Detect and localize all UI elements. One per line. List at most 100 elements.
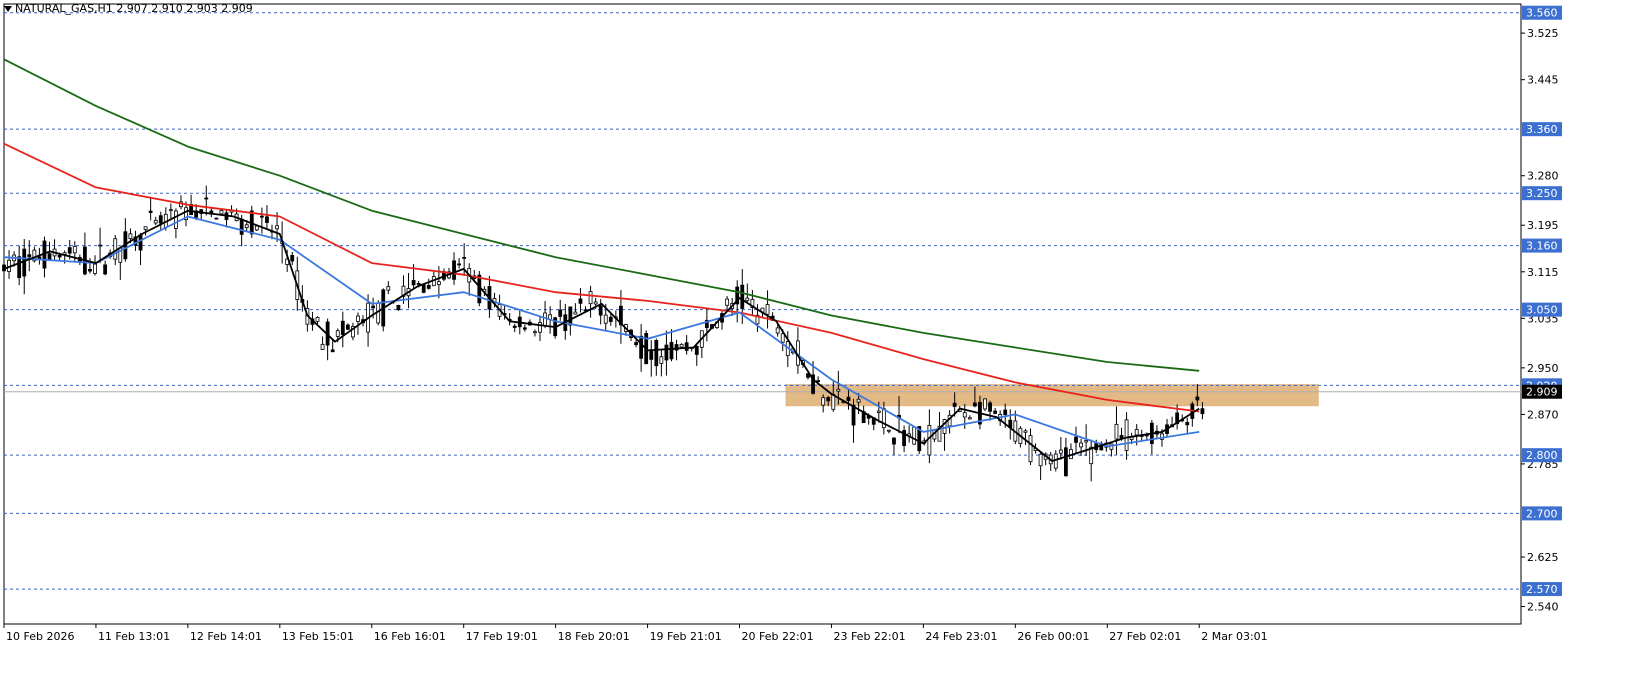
candle-body <box>93 263 97 274</box>
candle-body <box>275 225 279 230</box>
candle-body <box>371 305 376 309</box>
candle-body <box>1084 440 1089 443</box>
candle-body <box>972 402 977 407</box>
y-tick-label: 3.445 <box>1527 74 1559 87</box>
candle-body <box>654 340 659 367</box>
candle-body <box>426 284 431 289</box>
candle-body <box>320 343 325 350</box>
current-price-label: 2.909 <box>1526 386 1558 399</box>
candle-body <box>416 283 421 285</box>
candle-body <box>679 343 684 348</box>
candle-body <box>856 398 861 403</box>
candle-body <box>462 256 467 259</box>
resistance-zone[interactable] <box>785 384 1319 407</box>
candle-body <box>27 254 32 258</box>
candle-body <box>138 234 143 251</box>
candle-body <box>887 429 891 432</box>
level-price-label: 3.160 <box>1526 240 1558 253</box>
x-tick-label: 12 Feb 14:01 <box>190 630 262 643</box>
x-tick-label: 17 Feb 19:01 <box>466 630 538 643</box>
moving-average-line <box>3 215 1200 448</box>
y-tick-label: 3.280 <box>1527 170 1559 183</box>
candle-body <box>219 210 224 215</box>
candle-body <box>386 286 391 291</box>
candle-body <box>558 309 563 317</box>
candle-body <box>952 402 957 407</box>
candle-body <box>452 260 456 280</box>
candle-body <box>1124 419 1129 451</box>
moving-average-line <box>3 209 1200 462</box>
symbol-info: NATURAL_GAS,H1 2.907 2.910 2.903 2.909 <box>15 2 253 15</box>
x-tick-label: 16 Feb 16:01 <box>374 630 446 643</box>
candle-body <box>158 215 163 224</box>
candle-body <box>826 397 831 402</box>
candle-body <box>725 298 730 306</box>
candle-body <box>745 297 750 302</box>
candle-body <box>967 417 972 420</box>
candle-body <box>780 333 785 343</box>
candle-body <box>598 305 603 316</box>
x-tick-label: 10 Feb 2026 <box>6 630 74 643</box>
chart-window[interactable]: NATURAL_GAS,H1 2.907 2.910 2.903 2.909 3… <box>0 0 1641 678</box>
candle-body <box>962 412 967 418</box>
candle-body <box>608 316 613 322</box>
x-tick-label: 20 Feb 22:01 <box>742 630 814 643</box>
candle-body <box>533 331 537 334</box>
candle-body <box>340 320 345 335</box>
candle-body <box>128 233 133 239</box>
candle-body <box>821 397 826 406</box>
candle-body <box>1064 447 1068 477</box>
y-tick-label: 3.115 <box>1527 266 1559 279</box>
level-price-label: 2.570 <box>1526 583 1558 596</box>
candle-body <box>244 224 249 229</box>
x-tick-label: 27 Feb 02:01 <box>1109 630 1181 643</box>
x-tick-label: 24 Feb 23:01 <box>925 630 997 643</box>
candle-body <box>1185 422 1190 426</box>
candle-body <box>512 325 517 328</box>
y-tick-label: 2.950 <box>1527 362 1559 375</box>
candle-body <box>573 311 578 315</box>
symbol-header: NATURAL_GAS,H1 2.907 2.910 2.903 2.909 <box>4 2 253 15</box>
candle-body <box>1038 453 1043 467</box>
candle-body <box>214 217 219 220</box>
y-tick-label: 3.525 <box>1527 27 1559 40</box>
candle-body <box>153 219 158 224</box>
candle-body <box>17 256 22 278</box>
candle-body <box>396 305 401 311</box>
candle-body <box>204 197 209 200</box>
candle-body <box>457 263 462 266</box>
candle-body <box>522 327 527 330</box>
candle-body <box>831 394 836 410</box>
price-chart[interactable]: 3.5253.4453.2803.1953.1153.0352.9502.870… <box>0 0 1641 678</box>
candle-body <box>684 342 689 351</box>
candle-body <box>1028 435 1033 463</box>
candle-body <box>846 396 851 401</box>
level-price-label: 3.050 <box>1526 304 1558 317</box>
candle-body <box>315 316 320 322</box>
chevron-down-icon[interactable] <box>4 6 12 12</box>
level-price-label: 3.560 <box>1526 7 1558 20</box>
candle-body <box>72 245 77 254</box>
candle-body <box>1114 423 1119 440</box>
x-tick-label: 13 Feb 15:01 <box>282 630 354 643</box>
x-tick-label: 23 Feb 22:01 <box>833 630 905 643</box>
candle-body <box>143 226 148 230</box>
candle-body <box>593 301 598 305</box>
candle-body <box>588 291 593 305</box>
candle-body <box>983 398 987 410</box>
candle-body <box>775 327 780 334</box>
candle-body <box>22 248 27 277</box>
candle-body <box>765 304 770 315</box>
candle-body <box>290 255 295 262</box>
candle-body <box>259 215 264 218</box>
candle-body <box>98 244 102 247</box>
candle-body <box>1195 396 1200 401</box>
candle-body <box>1058 449 1063 454</box>
level-price-label: 3.360 <box>1526 123 1558 136</box>
candle-body <box>168 209 173 212</box>
candle-body <box>988 402 992 412</box>
candle-body <box>538 322 542 333</box>
candle-body <box>664 344 669 361</box>
candle-body <box>816 380 821 383</box>
candle-body <box>694 345 699 355</box>
